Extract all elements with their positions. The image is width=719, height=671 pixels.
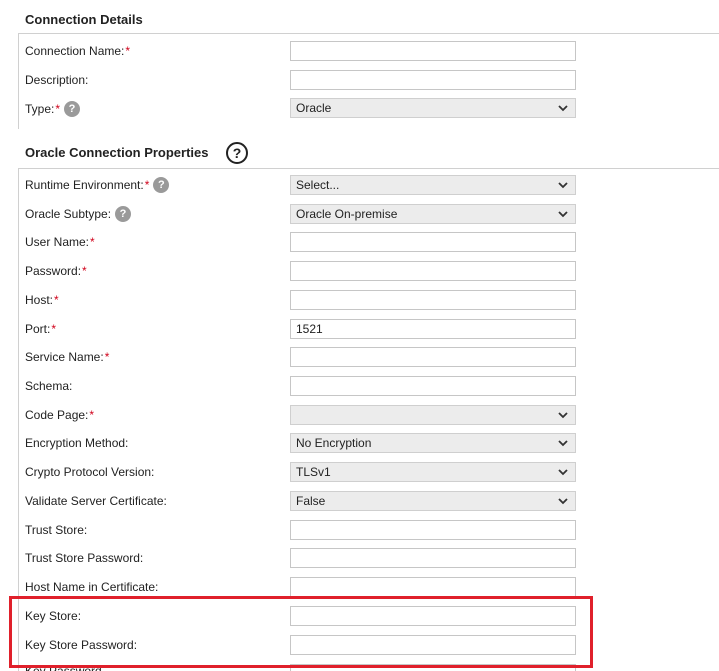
code-page-select[interactable] — [290, 405, 576, 425]
port-input[interactable]: 1521 — [290, 319, 576, 339]
trust-store-password-label: Trust Store Password: — [25, 551, 144, 565]
service-name-input[interactable] — [290, 347, 576, 367]
type-select[interactable]: Oracle — [290, 98, 576, 118]
schema-input[interactable] — [290, 376, 576, 396]
encryption-method-label: Encryption Method: — [25, 436, 129, 450]
select-value: Select... — [296, 178, 340, 192]
description-input[interactable] — [290, 70, 576, 90]
chevron-down-icon — [557, 436, 569, 450]
chevron-down-icon — [557, 178, 569, 192]
port-label: Port: * — [25, 322, 57, 336]
host-label: Host: * — [25, 293, 59, 307]
chevron-down-icon — [557, 465, 569, 479]
question-icon[interactable]: ? — [153, 177, 170, 193]
chevron-down-icon — [557, 494, 569, 508]
select-value: TLSv1 — [296, 465, 331, 479]
section-divider — [18, 168, 719, 169]
service-name-label: Service Name: * — [25, 350, 110, 364]
connection-name-input[interactable] — [290, 41, 576, 61]
schema-label: Schema: — [25, 379, 73, 393]
validate-server-certificate-select[interactable]: False — [290, 491, 576, 511]
host-input[interactable] — [290, 290, 576, 310]
runtime-environment-label: Runtime Environment: * ? — [25, 175, 170, 195]
trust-store-password-input[interactable] — [290, 548, 576, 568]
chevron-down-icon — [557, 207, 569, 221]
section-divider — [18, 33, 719, 34]
user-name-label: User Name: * — [25, 235, 95, 249]
host-name-in-certificate-label: Host Name in Certificate: — [25, 580, 159, 594]
description-label: Description: — [25, 73, 89, 87]
code-page-label: Code Page: * — [25, 408, 95, 422]
select-value: Oracle On-premise — [296, 207, 398, 221]
question-icon[interactable]: ? — [64, 101, 81, 117]
connection-details-title: Connection Details — [25, 12, 143, 27]
chevron-down-icon — [557, 408, 569, 422]
type-label: Type: * ? — [25, 99, 81, 119]
select-value: False — [296, 494, 326, 508]
type-select-value: Oracle — [296, 101, 332, 115]
oracle-subtype-select[interactable]: Oracle On-premise — [290, 204, 576, 224]
crypto-protocol-label: Crypto Protocol Version: — [25, 465, 155, 479]
question-icon[interactable]: ? — [115, 206, 132, 222]
help-question-icon[interactable]: ? — [226, 142, 248, 164]
connection-name-label: Connection Name: * — [25, 44, 131, 58]
user-name-input[interactable] — [290, 232, 576, 252]
trust-store-input[interactable] — [290, 520, 576, 540]
host-name-in-certificate-input[interactable] — [290, 577, 576, 597]
validate-server-certificate-label: Validate Server Certificate: — [25, 494, 167, 508]
section-border — [18, 33, 19, 129]
trust-store-label: Trust Store: — [25, 523, 88, 537]
crypto-protocol-select[interactable]: TLSv1 — [290, 462, 576, 482]
highlight-box — [9, 596, 593, 668]
runtime-environment-select[interactable]: Select... — [290, 175, 576, 195]
oracle-properties-title: Oracle Connection Properties — [25, 145, 209, 160]
encryption-method-select[interactable]: No Encryption — [290, 433, 576, 453]
password-input[interactable] — [290, 261, 576, 281]
password-label: Password: * — [25, 264, 87, 278]
select-value: No Encryption — [296, 436, 372, 450]
oracle-subtype-label: Oracle Subtype: ? — [25, 204, 132, 224]
chevron-down-icon — [557, 101, 569, 115]
